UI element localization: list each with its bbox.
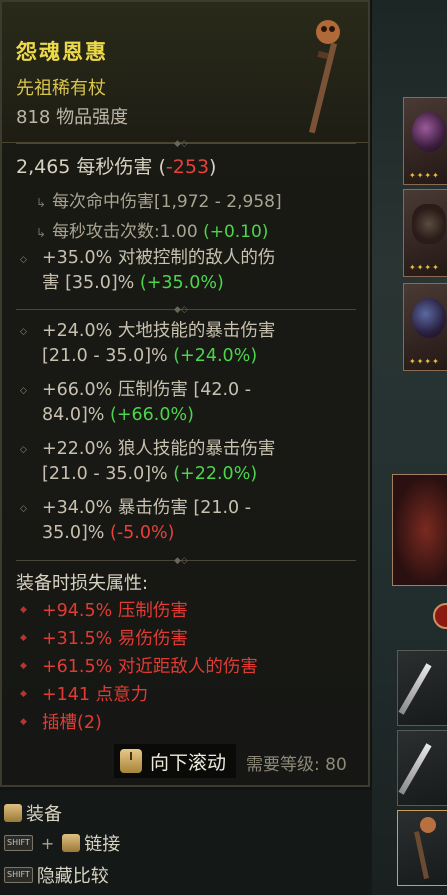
hide-compare-hint[interactable]: SHIFT 隐藏比较 — [4, 862, 109, 888]
scroll-down-label: 向下滚动 — [150, 751, 227, 774]
affix-text: +24.0% 大地技能的暴击伤害 — [42, 321, 276, 341]
item-name: 怨魂恩惠 — [16, 40, 108, 64]
diamond-bullet-icon: ◆ — [20, 689, 27, 699]
ring-icon — [412, 298, 446, 338]
diamond-bullet-icon: ◆ — [20, 661, 27, 671]
tooltip-header: 怨魂恩惠 先祖稀有杖 818 物品强度 — [2, 2, 368, 143]
divider: ◆◇ — [16, 556, 356, 566]
equipment-slot-1[interactable]: ✦✦✦✦ — [403, 97, 447, 185]
amulet-icon — [412, 112, 446, 152]
blade-icon — [398, 743, 432, 795]
weapon-slot-2[interactable] — [397, 730, 447, 806]
attack-speed-text: 每秒攻击次数:1.00 — [52, 222, 198, 242]
damage-per-hit-text: 每次命中伤害[1,972 - 2,958] — [52, 192, 282, 212]
implicit-affix: +35.0% 对被控制的敌人的伤 害 [35.0]% (+35.0%) — [42, 246, 362, 296]
attack-speed-diff: (+0.10) — [203, 222, 269, 242]
mouse-scroll-icon — [120, 749, 142, 773]
implicit-text-1: +35.0% 对被控制的敌人的伤 — [42, 248, 276, 268]
affix-diff: (+22.0%) — [173, 464, 258, 484]
shift-key-icon: SHIFT — [4, 835, 33, 851]
affix-text: +34.0% 暴击伤害 [21.0 - — [42, 498, 252, 518]
mouse-icon — [4, 804, 22, 822]
hide-compare-label: 隐藏比较 — [36, 866, 109, 887]
affix-range: 84.0]% — [42, 405, 105, 425]
staff-icon — [308, 20, 340, 134]
affix-range: [21.0 - 35.0]% — [42, 346, 168, 366]
item-type: 先祖稀有杖 — [16, 78, 106, 99]
diamond-bullet-icon: ◆ — [20, 717, 27, 727]
diamond-bullet-icon: ◆ — [20, 633, 27, 643]
shift-key-icon: SHIFT — [4, 867, 33, 883]
diamond-bullet-icon: ◇ — [20, 504, 27, 514]
mouse-icon — [62, 834, 81, 852]
diamond-bullet-icon: ◇ — [20, 445, 27, 455]
affix-range: [21.0 - 35.0]% — [42, 464, 168, 484]
dps-diff-close: ) — [209, 156, 217, 178]
implicit-diff: (+35.0%) — [139, 273, 224, 293]
diamond-bullet-icon: ◇ — [20, 327, 27, 337]
lost-stat: +141 点意力 — [42, 685, 149, 705]
dps-diff-open: ( — [158, 156, 166, 178]
diamond-bullet-icon: ◆ — [20, 605, 27, 615]
link-label: 链接 — [84, 834, 121, 855]
key-hints: 装备 SHIFT + 链接 SHIFT 隐藏比较 — [0, 790, 372, 895]
rating-stars: ✦✦✦✦ — [409, 263, 440, 272]
affix-text: +66.0% 压制伤害 [42.0 - — [42, 380, 252, 400]
affix-diff: (+66.0%) — [110, 405, 194, 425]
equip-label: 装备 — [26, 804, 62, 825]
blade-icon — [398, 663, 432, 715]
affix-text: +22.0% 狼人技能的暴击伤害 — [42, 439, 276, 459]
attack-speed: ↳ 每秒攻击次数:1.00 (+0.10) — [36, 217, 268, 242]
item-power: 818 物品强度 — [16, 107, 129, 128]
arrow-icon: ↳ — [36, 226, 47, 240]
staff-icon — [414, 817, 436, 880]
affix-range: 35.0]% — [42, 523, 105, 543]
rating-stars: ✦✦✦✦ — [409, 357, 440, 366]
dps-value: 2,465 每秒伤害 — [16, 156, 153, 178]
equipment-slot-2[interactable]: ✦✦✦✦ — [403, 189, 447, 277]
divider: ◆◇ — [16, 139, 356, 149]
affix-row: +22.0% 狼人技能的暴击伤害 [21.0 - 35.0]% (+22.0%) — [42, 437, 362, 487]
plus-icon: + — [40, 833, 55, 853]
equip-hint[interactable]: 装备 — [4, 800, 62, 826]
equipment-slot-3[interactable]: ✦✦✦✦ — [403, 283, 447, 371]
damage-per-hit: ↳ 每次命中伤害[1,972 - 2,958] — [36, 187, 282, 212]
affix-row: +66.0% 压制伤害 [42.0 - 84.0]% (+66.0%) — [42, 378, 362, 428]
staff-slot[interactable] — [397, 810, 447, 886]
rating-stars: ✦✦✦✦ — [409, 171, 440, 180]
implicit-text-2: 害 [35.0]% — [42, 273, 135, 293]
dps-line: 2,465 每秒伤害 (-253) — [16, 152, 216, 179]
lost-stat: +94.5% 压制伤害 — [42, 601, 188, 621]
diamond-bullet-icon: ◇ — [20, 386, 27, 396]
arrow-icon: ↳ — [36, 196, 47, 210]
scroll-down-hint[interactable]: 向下滚动 — [114, 744, 237, 778]
lost-stats-title: 装备时损失属性: — [16, 573, 149, 594]
affix-diff: (-5.0%) — [110, 523, 175, 543]
lost-stat: 插槽(2) — [42, 713, 102, 733]
item-tooltip: 怨魂恩惠 先祖稀有杖 818 物品强度 ◆◇ 2,465 每秒伤害 (-253)… — [0, 0, 370, 787]
divider: ◆◇ — [16, 305, 356, 315]
level-requirement: 需要等级: 80 — [246, 755, 347, 775]
affix-row: +24.0% 大地技能的暴击伤害 [21.0 - 35.0]% (+24.0%) — [42, 319, 362, 369]
affix-diff: (+24.0%) — [173, 346, 258, 366]
lost-stat: +61.5% 对近距敌人的伤害 — [42, 657, 258, 677]
diamond-bullet-icon: ◇ — [20, 255, 27, 265]
affix-row: +34.0% 暴击伤害 [21.0 - 35.0]% (-5.0%) — [42, 496, 362, 546]
weapon-slot-1[interactable] — [397, 650, 447, 726]
ring-icon — [412, 204, 446, 244]
equipped-weapon-slot[interactable] — [392, 474, 447, 586]
lost-stat: +31.5% 易伤伤害 — [42, 629, 188, 649]
dps-diff: -253 — [165, 156, 210, 178]
link-hint[interactable]: SHIFT + 链接 — [4, 830, 120, 856]
